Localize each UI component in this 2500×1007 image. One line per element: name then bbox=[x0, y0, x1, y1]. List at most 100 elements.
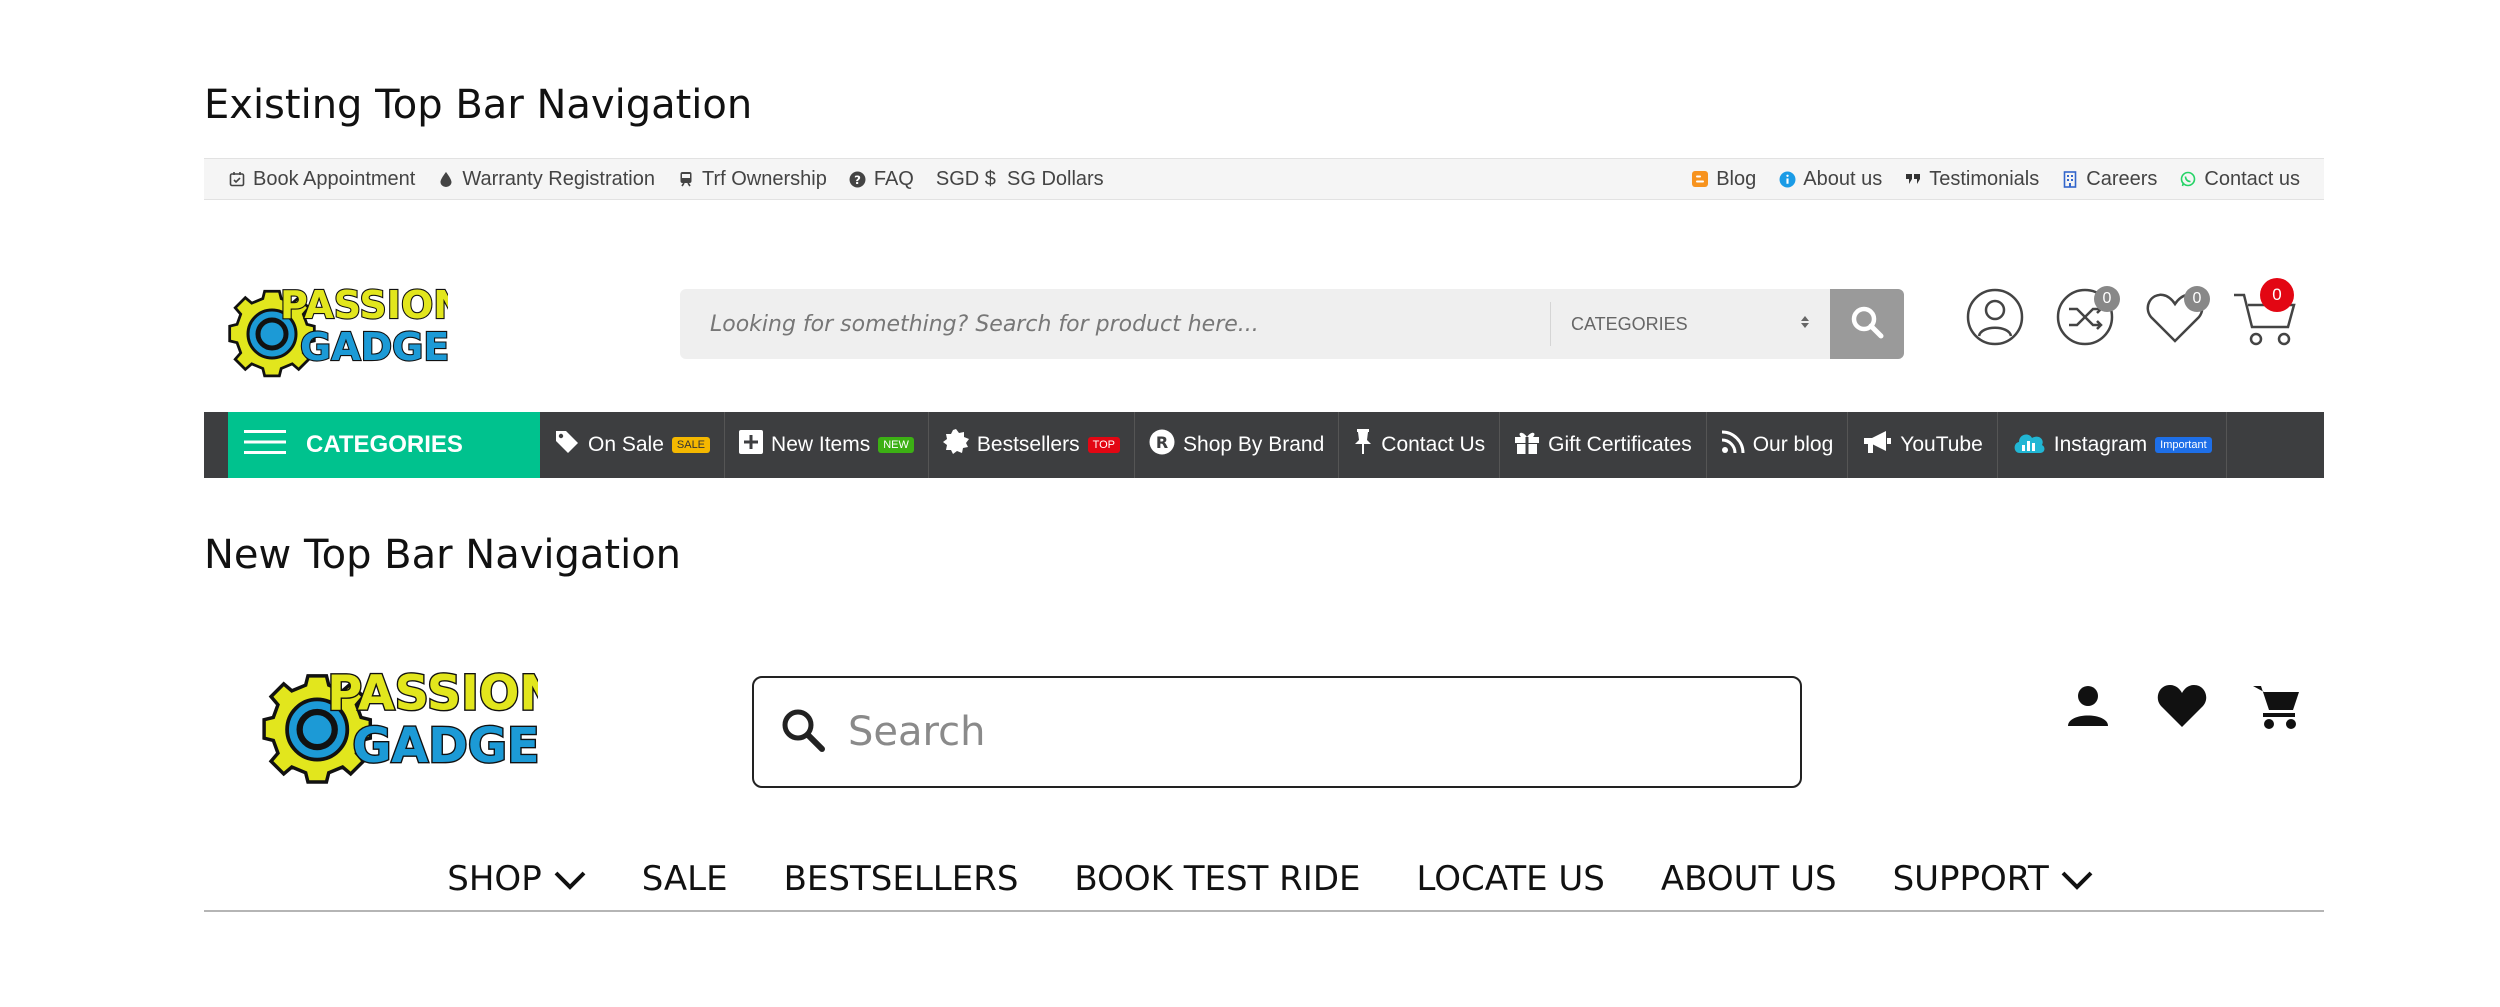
new-nav-sale[interactable]: SALE bbox=[642, 859, 728, 899]
nav-instagram[interactable]: Instagram Important bbox=[1998, 412, 2227, 478]
nav-label: Gift Certificates bbox=[1548, 433, 1692, 456]
nav-label: YouTube bbox=[1900, 433, 1983, 456]
new-section-title: New Top Bar Navigation bbox=[204, 532, 682, 578]
important-tag: Important bbox=[2155, 437, 2212, 453]
new-nav-bestsellers[interactable]: BESTSELLERS bbox=[784, 859, 1019, 899]
heart-icon bbox=[2156, 683, 2208, 734]
building-icon bbox=[2061, 170, 2079, 188]
nav-shop-by-brand[interactable]: R Shop By Brand bbox=[1135, 412, 1340, 478]
svg-text:GADGETS: GADGETS bbox=[300, 325, 448, 369]
nav-gift-certificates[interactable]: Gift Certificates bbox=[1500, 412, 1707, 478]
categories-label: CATEGORIES bbox=[306, 431, 463, 458]
nav-bestsellers[interactable]: Bestsellers TOP bbox=[929, 412, 1136, 478]
old-compare-button[interactable]: 0 bbox=[2052, 286, 2120, 352]
search-icon bbox=[1849, 304, 1885, 345]
new-search-input[interactable] bbox=[826, 678, 1800, 786]
link-contact-us[interactable]: Contact us bbox=[2179, 168, 2300, 191]
tag-icon bbox=[554, 429, 580, 461]
old-cart-button[interactable]: 0 bbox=[2232, 278, 2298, 352]
old-categories-menu-button[interactable]: CATEGORIES bbox=[228, 412, 540, 478]
nav-new-items[interactable]: New Items NEW bbox=[725, 412, 929, 478]
svg-text:PASSION: PASSION bbox=[280, 283, 448, 327]
nav-label: New Items bbox=[771, 433, 871, 456]
info-circle-icon bbox=[1778, 170, 1796, 188]
rss-icon bbox=[1721, 430, 1745, 460]
compare-count-badge: 0 bbox=[2094, 286, 2120, 312]
nav-label: LOCATE US bbox=[1416, 859, 1605, 899]
currency-label: SGD $ SG Dollars bbox=[935, 167, 1104, 190]
old-logo[interactable]: PASSION GADGETS bbox=[228, 274, 504, 387]
link-book-appointment[interactable]: Book Appointment bbox=[228, 168, 415, 191]
new-wishlist-button[interactable] bbox=[2154, 680, 2210, 736]
nav-label: SALE bbox=[641, 859, 728, 899]
link-about-us[interactable]: About us bbox=[1778, 168, 1882, 191]
new-main-nav: SHOP SALE BESTSELLERS BOOK TEST RIDE LOC… bbox=[204, 848, 2324, 912]
new-nav-support[interactable]: SUPPORT bbox=[1893, 859, 2093, 899]
new-account-button[interactable] bbox=[2060, 680, 2116, 736]
passion-gadgets-logo-icon: PASSION GADGETS bbox=[228, 282, 504, 378]
link-label: Contact us bbox=[2204, 167, 2300, 190]
old-search-button[interactable] bbox=[1830, 289, 1904, 359]
sale-tag: SALE bbox=[671, 437, 711, 453]
search-icon bbox=[780, 707, 826, 758]
nav-label: Shop By Brand bbox=[1183, 433, 1325, 456]
link-label: Blog bbox=[1716, 167, 1757, 190]
nav-label: Bestsellers bbox=[976, 433, 1080, 456]
new-logo[interactable]: PASSION GADGETS bbox=[262, 654, 608, 795]
nav-label: BESTSELLERS bbox=[783, 859, 1019, 899]
pin-icon bbox=[1353, 429, 1373, 461]
link-testimonials[interactable]: Testimonials bbox=[1904, 168, 2039, 191]
new-nav-locate-us[interactable]: LOCATE US bbox=[1416, 859, 1604, 899]
nav-label: On Sale bbox=[588, 433, 664, 456]
nav-contact-us[interactable]: Contact Us bbox=[1339, 412, 1501, 478]
new-nav-book-test-ride[interactable]: BOOK TEST RIDE bbox=[1074, 859, 1360, 899]
new-cart-button[interactable] bbox=[2248, 680, 2304, 736]
link-trf-ownership[interactable]: Trf Ownership bbox=[677, 168, 827, 191]
old-categories-select[interactable]: CATEGORIES bbox=[1550, 302, 1830, 346]
user-icon bbox=[2066, 684, 2110, 733]
old-utility-bar: Book Appointment Warranty Registration T… bbox=[204, 158, 2324, 200]
nav-label: SHOP bbox=[447, 859, 542, 899]
nav-on-sale[interactable]: On Sale SALE bbox=[540, 412, 726, 478]
nav-youtube[interactable]: YouTube bbox=[1848, 412, 1998, 478]
wishlist-count-badge: 0 bbox=[2184, 286, 2210, 312]
svg-text:PASSION: PASSION bbox=[327, 666, 538, 721]
new-tag: NEW bbox=[878, 437, 914, 453]
link-warranty-registration[interactable]: Warranty Registration bbox=[437, 168, 655, 191]
old-wishlist-button[interactable]: 0 bbox=[2142, 286, 2210, 352]
nav-label: Our blog bbox=[1752, 433, 1834, 456]
link-careers[interactable]: Careers bbox=[2061, 168, 2157, 191]
old-account-button[interactable] bbox=[1962, 286, 2028, 352]
top-tag: TOP bbox=[1087, 437, 1121, 453]
registered-icon: R bbox=[1149, 429, 1175, 461]
hamburger-icon bbox=[244, 428, 286, 463]
nav-label: Instagram bbox=[2053, 433, 2148, 456]
new-nav-about-us[interactable]: ABOUT US bbox=[1661, 859, 1837, 899]
cart-count-badge: 0 bbox=[2260, 278, 2294, 312]
whatsapp-icon bbox=[2179, 170, 2197, 188]
new-search-bar bbox=[752, 676, 1802, 788]
updown-arrows-icon bbox=[1800, 314, 1810, 335]
link-label: Trf Ownership bbox=[702, 167, 827, 190]
calendar-check-icon bbox=[228, 170, 246, 188]
new-nav-shop[interactable]: SHOP bbox=[447, 859, 586, 899]
currency-selector[interactable]: SGD $ SG Dollars bbox=[936, 168, 1104, 191]
old-header: PASSION GADGETS CATEGORIES 0 bbox=[204, 262, 2324, 392]
link-label: Warranty Registration bbox=[462, 167, 655, 190]
passion-gadgets-logo-icon: PASSION GADGETS bbox=[262, 665, 608, 784]
link-faq[interactable]: ? FAQ bbox=[849, 168, 914, 191]
old-search-input[interactable] bbox=[680, 289, 1550, 359]
svg-text:?: ? bbox=[854, 172, 861, 186]
link-label: About us bbox=[1803, 167, 1883, 190]
cart-icon bbox=[2251, 682, 2301, 735]
user-circle-icon bbox=[1965, 287, 2025, 352]
chevron-down-icon bbox=[554, 859, 586, 899]
link-label: Careers bbox=[2086, 167, 2158, 190]
nav-our-blog[interactable]: Our blog bbox=[1707, 412, 1849, 478]
train-icon bbox=[677, 170, 695, 188]
drop-icon bbox=[437, 170, 455, 188]
gift-icon bbox=[1514, 429, 1540, 461]
svg-text:GADGETS: GADGETS bbox=[352, 719, 538, 774]
link-blog[interactable]: Blog bbox=[1691, 168, 1756, 191]
link-label: Testimonials bbox=[1929, 167, 2040, 190]
